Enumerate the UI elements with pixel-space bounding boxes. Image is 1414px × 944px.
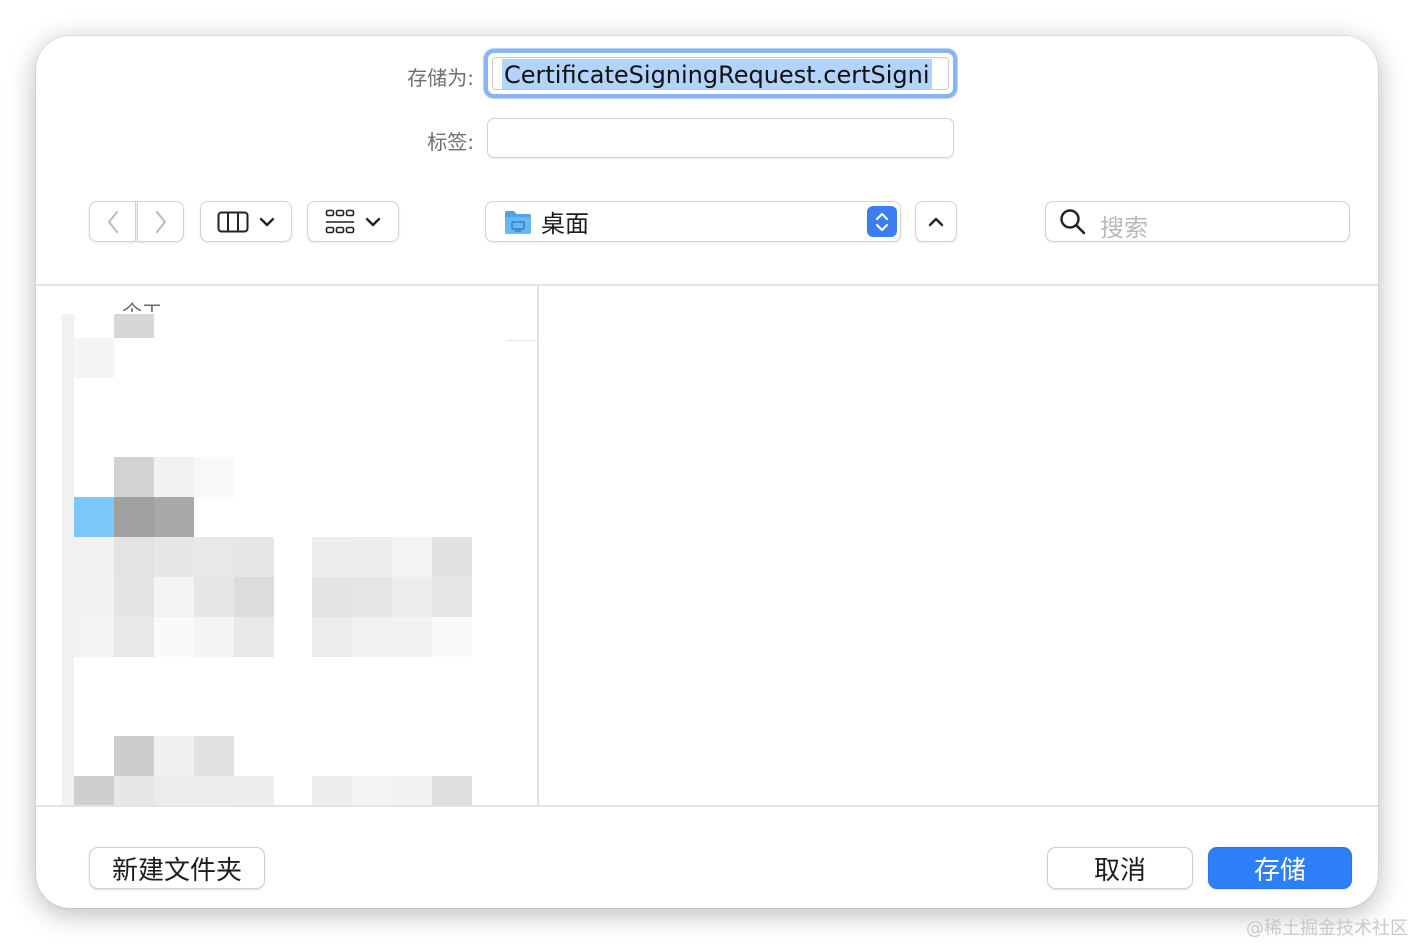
sidebar-line (506, 340, 537, 341)
blurred-block (392, 617, 432, 657)
blurred-block (114, 537, 154, 577)
blurred-block (352, 537, 392, 577)
blurred-block (312, 537, 352, 577)
blurred-block (114, 776, 154, 805)
blurred-block (74, 537, 114, 577)
blurred-block (74, 338, 114, 378)
tags-field[interactable] (487, 118, 954, 158)
search-field[interactable]: 搜索 (1045, 201, 1350, 242)
columns-view-icon (217, 211, 249, 232)
tags-label: 标签: (427, 130, 474, 154)
blurred-block (154, 497, 194, 537)
search-icon (1060, 209, 1086, 235)
blurred-block (392, 577, 432, 617)
blurred-block (194, 776, 234, 805)
chevron-down-icon (365, 217, 381, 226)
file-browser-pane[interactable] (539, 286, 1378, 805)
blurred-block (194, 736, 234, 776)
file-name-input[interactable]: CertificateSigningRequest.certSigni (492, 57, 949, 90)
blurred-block (194, 537, 234, 577)
blurred-block (114, 617, 154, 657)
search-placeholder: 搜索 (1100, 214, 1148, 242)
blurred-block (392, 776, 432, 805)
blurred-block (234, 776, 274, 805)
blurred-block (312, 776, 352, 805)
sidebar[interactable]: 个工 (50, 286, 537, 805)
blurred-block (154, 577, 194, 617)
blurred-block (154, 776, 194, 805)
blurred-block (432, 776, 472, 805)
footer-divider (36, 805, 1378, 807)
forward-button[interactable] (137, 201, 184, 242)
blurred-block (114, 497, 154, 537)
chevron-down-icon (259, 217, 275, 226)
save-as-label: 存储为: (407, 66, 474, 90)
chevron-right-icon (155, 210, 166, 233)
blurred-block (352, 776, 392, 805)
blurred-block (352, 577, 392, 617)
blurred-block (74, 617, 114, 657)
grid-icon (325, 209, 355, 233)
location-label: 桌面 (541, 210, 589, 238)
blurred-block (432, 537, 472, 577)
blurred-block (194, 457, 234, 497)
blurred-block (114, 577, 154, 617)
collapse-button[interactable] (915, 201, 957, 242)
blurred-block (352, 617, 392, 657)
blurred-block (194, 617, 234, 657)
blurred-block (154, 736, 194, 776)
chevron-up-icon (928, 217, 944, 226)
location-stepper (867, 206, 897, 237)
watermark: @稀土掘金技术社区 (1246, 918, 1408, 939)
blurred-block (74, 776, 114, 805)
save-button[interactable]: 存储 (1208, 847, 1352, 889)
blurred-block (234, 537, 274, 577)
blurred-block (154, 537, 194, 577)
blurred-block (312, 577, 352, 617)
new-folder-button[interactable]: 新建文件夹 (89, 847, 265, 889)
file-name-text: CertificateSigningRequest.certSigni (502, 59, 932, 89)
blurred-block (154, 457, 194, 497)
blurred-block (432, 577, 472, 617)
cancel-button[interactable]: 取消 (1047, 847, 1193, 889)
blurred-block (234, 617, 274, 657)
location-popup[interactable]: 桌面 (485, 201, 901, 242)
sidebar-section-title: 个工 (122, 300, 162, 312)
file-name-field[interactable]: CertificateSigningRequest.certSigni (484, 49, 957, 98)
blurred-block (114, 314, 154, 338)
view-mode-button[interactable] (200, 201, 292, 242)
blurred-block (114, 457, 154, 497)
blurred-block (114, 736, 154, 776)
blurred-block (432, 617, 472, 657)
blurred-selected-item[interactable] (74, 497, 114, 537)
desktop-folder-icon (505, 210, 531, 234)
blurred-block (74, 577, 114, 617)
blurred-block (234, 577, 274, 617)
up-down-arrows-icon (875, 212, 889, 231)
blurred-block (312, 617, 352, 657)
save-dialog: 存储为: CertificateSigningRequest.certSigni… (36, 36, 1378, 908)
blurred-block (154, 617, 194, 657)
blurred-block (392, 537, 432, 577)
group-by-button[interactable] (307, 201, 399, 242)
back-button[interactable] (89, 201, 136, 242)
chevron-left-icon (107, 210, 118, 233)
blurred-block (194, 577, 234, 617)
sidebar-strip (62, 314, 74, 805)
